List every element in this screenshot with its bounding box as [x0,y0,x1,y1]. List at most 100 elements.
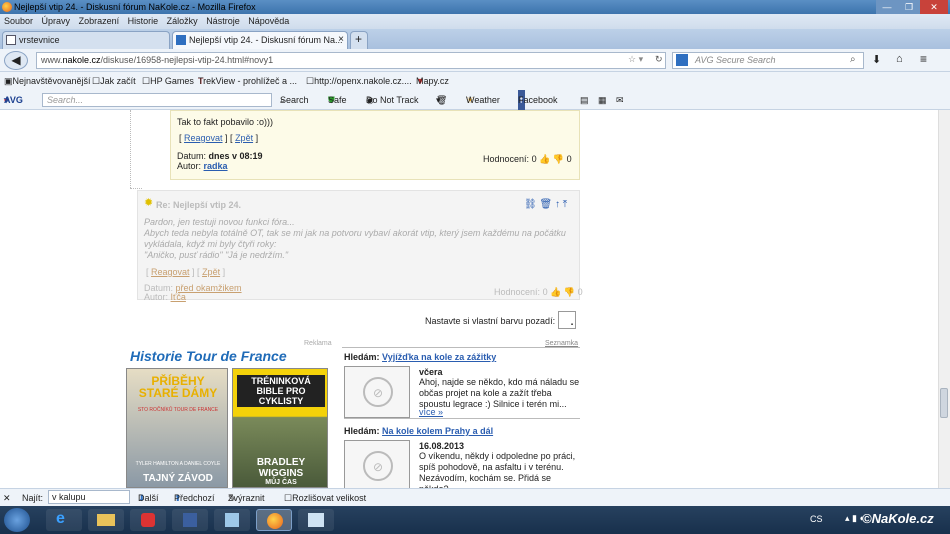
bookmark-nejnavstevovanejsi[interactable]: ▣ Nejnavštěvovanější [4,72,91,90]
new-tab-button[interactable]: + [350,31,368,49]
listing-photo-placeholder[interactable]: ⊘ [344,440,410,488]
tab-label: vrstevnice [19,35,60,45]
tab-vrstevnice[interactable]: vrstevnice [2,31,170,49]
color-picker-label: Nastavte si vlastní barvu pozadí: [425,316,556,326]
no-photo-icon: ⊘ [363,377,393,407]
author-link[interactable]: Iťča [171,292,186,302]
download-icon[interactable]: ⬇ [872,53,881,66]
minimize-button[interactable]: — [876,0,898,14]
ad-label: Reklama [304,340,332,347]
menu-historie[interactable]: Historie [128,16,159,26]
find-input[interactable]: v kalupu [48,490,130,504]
post-author: Autor: radka [177,161,228,171]
box-taskbar-icon[interactable] [214,509,250,531]
firefox-taskbar-icon[interactable] [256,509,292,531]
forum-post-new: ✹ Re: Nejlepší vtip 24. ⛓ 🗑 ↑ ⤒ Pardon, … [137,190,583,302]
thumb-down-icon[interactable]: 👎 [564,287,575,297]
arrow-top-icon[interactable]: ⤒ [563,199,567,210]
seznamka-header[interactable]: Seznamka [545,340,578,347]
bookmark-hp-games[interactable]: ☐ HP Games [142,72,194,90]
listing-date: včera [419,367,443,377]
toolbar-icon-3[interactable]: ✉ [616,90,624,110]
reload-icon[interactable]: ↻ [655,54,663,65]
thumb-up-icon[interactable]: 👍 [539,154,550,164]
close-tab-icon[interactable]: × [338,32,344,48]
forum-post: Tak to fakt pobavilo :o))) [ Reagovat ] … [170,110,580,180]
navigation-bar: ◀ www.nakole.cz/diskuse/16958-nejlepsi-v… [0,49,950,72]
bookmarks-bar: ▣ Nejnavštěvovanější ☐ Jak začít ☐ HP Ga… [0,72,950,90]
back-link[interactable]: Zpět [235,133,253,143]
menu-napoveda[interactable]: Nápověda [248,16,289,26]
scrollbar-thumb[interactable] [940,388,948,418]
find-label: Najít: [22,493,44,503]
back-button[interactable]: ◀ [4,51,28,70]
thumb-down-icon[interactable]: 👎 [553,154,564,164]
ad-headline[interactable]: Historie Tour de France [130,348,287,364]
window-title: Nejlepší vtip 24. - Diskusní fórum NaKol… [14,2,256,12]
start-button[interactable] [4,508,30,532]
no-photo-icon: ⊘ [363,451,393,481]
menu-nastroje[interactable]: Nástroje [206,16,240,26]
menu-soubor[interactable]: Soubor [4,16,33,26]
explorer-taskbar-icon[interactable] [88,509,124,531]
reply-link[interactable]: Reagovat [151,267,190,277]
avg-logo[interactable]: ▪ AVG ▾ [4,90,23,110]
ad-book-1[interactable]: PŘÍBĚHY STARÉ DÁMY STO ROČNÍKŮ TOUR DE F… [126,368,228,488]
app-taskbar-icon-2[interactable] [298,509,334,531]
post-tools: ⛓ 🗑 ↑ ⤒ [524,199,567,210]
bookmark-openx[interactable]: ☐ http://openx.nakole.cz.... [306,72,412,90]
back-link[interactable]: Zpět [202,267,220,277]
reply-link[interactable]: Reagovat [184,133,223,143]
vertical-scrollbar[interactable] [938,110,950,488]
maximize-button[interactable]: ❐ [898,0,920,14]
toolbar-icon-2[interactable]: ▦ [598,90,607,110]
ie-taskbar-icon[interactable]: e [46,509,82,531]
app-taskbar-icon[interactable] [130,509,166,531]
toolbar-icon-1[interactable]: ▤ [580,90,589,110]
listing-date: 16.08.2013 [419,441,465,451]
post-title: Re: Nejlepší vtip 24. [156,200,242,210]
delete-icon[interactable]: 🗑 [539,199,552,210]
listing-link-1[interactable]: Vyjížďka na kole za zážitky [382,352,496,362]
post-rating: Hodnocení: 0 👍 👎 0 [494,287,583,297]
bookmark-jak-zacit[interactable]: ☐ Jak začít [92,72,136,90]
color-picker-button[interactable]: ▪ [558,311,576,329]
windows-taskbar: e CS ▴ ▮ ◐ ©NaKole.cz [0,506,950,534]
home-icon[interactable]: ⌂ [896,53,903,65]
url-bar[interactable]: www.nakole.cz/diskuse/16958-nejlepsi-vti… [36,52,666,69]
menu-zalozky[interactable]: Záložky [167,16,198,26]
tab-bar: vrstevnice Nejlepší vtip 24. - Diskusní … [0,29,950,49]
avg-secure-search-input[interactable]: AVG Secure Search [672,52,864,69]
arrow-up-icon[interactable]: ↑ [555,199,560,210]
listing-text: O víkendu, někdy i odpoledne po práci, s… [419,451,576,488]
link-icon[interactable]: ⛓ [524,199,537,210]
thread-line [130,188,142,189]
thumb-up-icon[interactable]: 👍 [550,287,561,297]
language-indicator[interactable]: CS [810,514,823,524]
listing-link-2[interactable]: Na kole kolem Prahy a dál [382,426,493,436]
save-taskbar-icon[interactable] [172,509,208,531]
tab-forum[interactable]: Nejlepší vtip 24. - Diskusní fórum Na...… [172,31,348,49]
star-icon[interactable]: ☆ ▾ [628,54,643,65]
menu-bar: Soubor Úpravy Zobrazení Historie Záložky… [0,14,950,29]
avg-search-input[interactable]: Search... [42,93,272,107]
match-case-checkbox[interactable]: ☐ Rozlišovat velikost [284,489,366,507]
trash-button[interactable]: 🗑 ▾ [436,90,447,110]
page-content: Tak to fakt pobavilo :o))) [ Reagovat ] … [0,110,938,488]
menu-zobrazeni[interactable]: Zobrazení [79,16,120,26]
more-link[interactable]: více » [419,407,443,417]
listing-photo-placeholder[interactable]: ⊘ [344,366,410,418]
menu-upravy[interactable]: Úpravy [42,16,71,26]
author-link[interactable]: radka [204,161,228,171]
post-actions: [ Reagovat ] [ Zpět ] [179,133,259,143]
close-window-button[interactable]: ✕ [920,0,948,14]
close-find-icon[interactable]: ✕ [3,489,11,507]
post-line-4: "Aničko, pusť rádio" "Já je nedržím." [144,250,289,260]
ad-book-2[interactable]: TRÉNINKOVÁ BIBLE PRO CYKLISTY BRADLEY WI… [232,368,328,488]
listing-title-1: Hledám: Vyjížďka na kole za zážitky [344,352,497,362]
menu-icon[interactable]: ≡ [920,52,927,66]
listing-text: Ahoj, najde se někdo, kdo má náladu se o… [419,377,580,409]
post-rating: Hodnocení: 0 👍 👎 0 [483,154,572,164]
search-magnifier-icon[interactable]: ⌕ [850,54,856,65]
divider [344,418,580,419]
